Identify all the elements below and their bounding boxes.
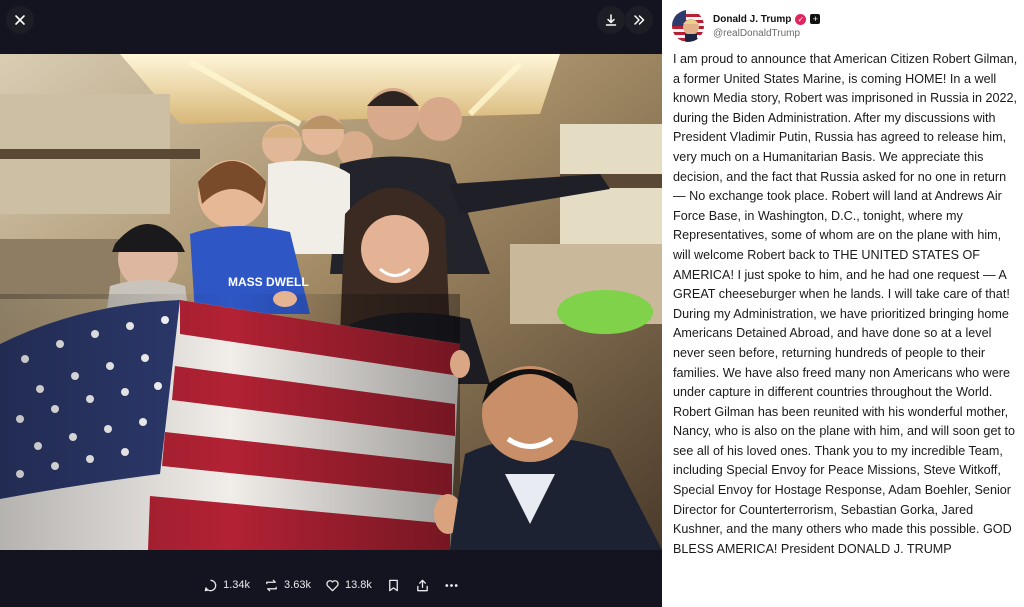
reply-icon [204,579,217,591]
close-button[interactable] [6,6,34,34]
share-icon [417,579,428,591]
more-dots-icon [445,583,458,587]
american-flag [0,294,460,550]
post-body-text: I am proud to announce that American Cit… [673,52,1018,556]
post-actions-bar: 1.34k 3.63k 13.8k [0,570,662,600]
post-author: Donald J. Trump ✓ + @realDonaldTrump [672,8,821,44]
reply-count: 1.34k [223,579,251,591]
bookmark-button[interactable] [386,578,401,593]
download-button[interactable] [597,6,625,34]
share-button[interactable] [415,578,430,593]
author-handle[interactable]: @realDonaldTrump [713,28,820,39]
like-button[interactable]: 13.8k [325,578,372,593]
repost-button[interactable]: 3.63k [264,578,311,593]
author-name-row: Donald J. Trump ✓ + [713,13,821,25]
like-count: 13.8k [344,579,372,591]
author-name[interactable]: Donald J. Trump [713,14,791,25]
double-chevron-right-icon [634,15,645,25]
post-photo[interactable]: MASS DWELL [0,54,662,550]
author-info: Donald J. Trump ✓ + @realDonaldTrump [713,13,821,39]
reply-button[interactable]: 1.34k [203,578,250,593]
close-icon [15,15,25,25]
heart-icon [326,579,339,591]
repost-count: 3.63k [284,579,311,591]
avatar-flag-image [672,10,704,42]
bookmark-icon [388,579,398,591]
expand-panel-button[interactable] [625,6,653,34]
avatar[interactable] [672,10,704,42]
more-options-button[interactable] [444,578,459,593]
follow-plus-icon[interactable]: + [810,14,821,24]
media-viewer: MASS DWELL 1.34k 3.63k 13.8k [0,0,662,607]
post-panel: Donald J. Trump ✓ + @realDonaldTrump I a… [662,0,1024,607]
verified-badge-icon: ✓ [795,13,807,25]
shirt-text: MASS DWELL [228,275,309,289]
repost-icon [266,579,277,591]
viewer-toolbar [0,0,662,40]
plane-group-photo: MASS DWELL [0,54,662,550]
download-icon [605,14,617,26]
